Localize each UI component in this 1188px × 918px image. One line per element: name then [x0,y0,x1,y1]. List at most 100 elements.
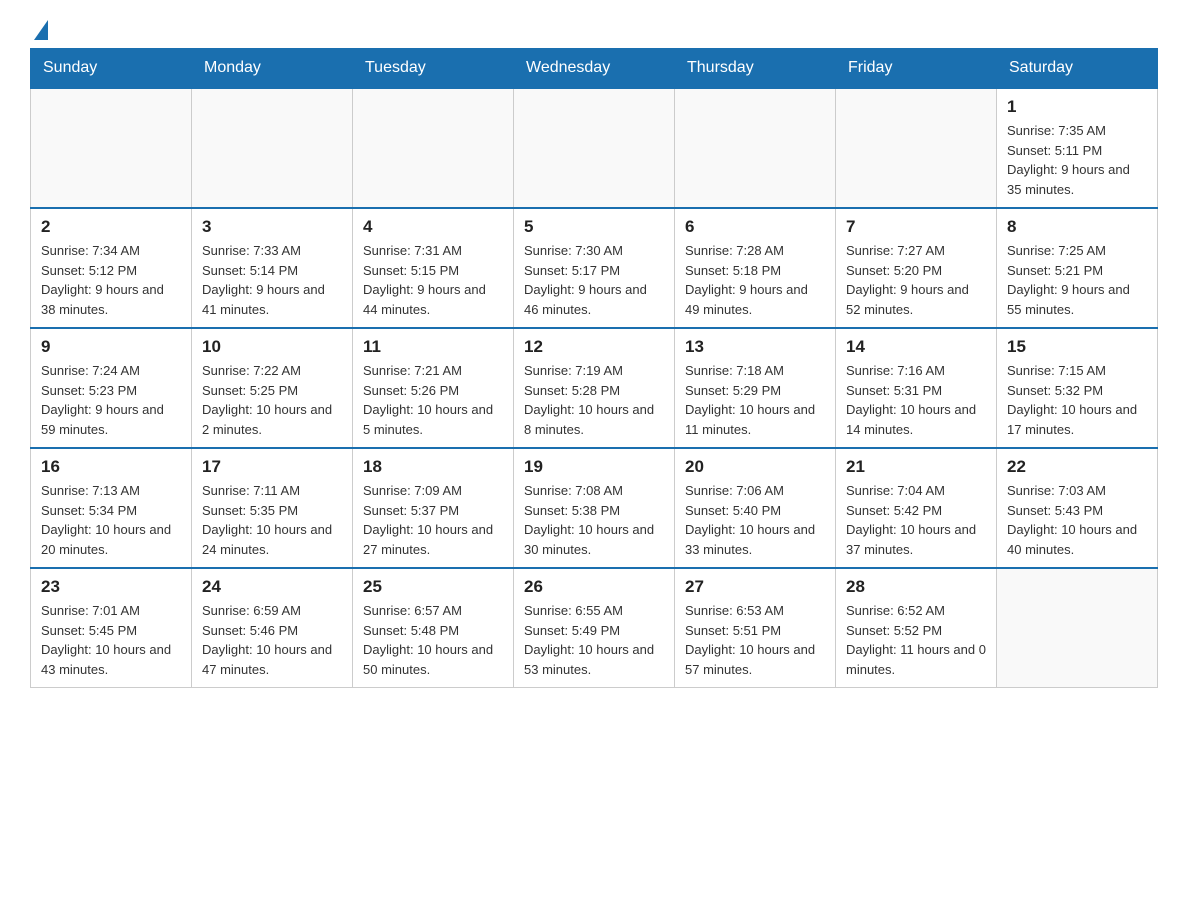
day-number: 11 [363,337,503,357]
day-info-text: Sunset: 5:14 PM [202,261,342,281]
day-info-text: Daylight: 9 hours and 55 minutes. [1007,280,1147,319]
calendar-cell: 9Sunrise: 7:24 AMSunset: 5:23 PMDaylight… [31,328,192,448]
day-number: 12 [524,337,664,357]
day-info-text: Daylight: 9 hours and 52 minutes. [846,280,986,319]
calendar-cell: 7Sunrise: 7:27 AMSunset: 5:20 PMDaylight… [836,208,997,328]
calendar-body: 1Sunrise: 7:35 AMSunset: 5:11 PMDaylight… [31,88,1158,688]
day-info-text: Sunset: 5:43 PM [1007,501,1147,521]
calendar-cell [675,88,836,208]
day-number: 5 [524,217,664,237]
calendar-cell: 17Sunrise: 7:11 AMSunset: 5:35 PMDayligh… [192,448,353,568]
day-info-text: Sunrise: 6:57 AM [363,601,503,621]
weekday-header-row: SundayMondayTuesdayWednesdayThursdayFrid… [31,49,1158,89]
logo-triangle-icon [34,20,48,40]
day-info-text: Sunset: 5:18 PM [685,261,825,281]
weekday-header-saturday: Saturday [997,49,1158,89]
day-number: 6 [685,217,825,237]
day-info-text: Daylight: 9 hours and 35 minutes. [1007,160,1147,199]
day-info-text: Daylight: 10 hours and 43 minutes. [41,640,181,679]
day-number: 13 [685,337,825,357]
calendar-cell [192,88,353,208]
day-info-text: Sunrise: 7:19 AM [524,361,664,381]
calendar-cell [514,88,675,208]
day-info-text: Sunset: 5:25 PM [202,381,342,401]
day-info-text: Daylight: 10 hours and 20 minutes. [41,520,181,559]
calendar-cell: 28Sunrise: 6:52 AMSunset: 5:52 PMDayligh… [836,568,997,688]
day-number: 17 [202,457,342,477]
day-info-text: Daylight: 10 hours and 47 minutes. [202,640,342,679]
day-number: 9 [41,337,181,357]
day-info-text: Sunrise: 7:27 AM [846,241,986,261]
day-info-text: Daylight: 9 hours and 41 minutes. [202,280,342,319]
day-info-text: Sunset: 5:20 PM [846,261,986,281]
day-info-text: Daylight: 11 hours and 0 minutes. [846,640,986,679]
calendar-week-row: 16Sunrise: 7:13 AMSunset: 5:34 PMDayligh… [31,448,1158,568]
day-info-text: Daylight: 10 hours and 37 minutes. [846,520,986,559]
calendar-cell: 12Sunrise: 7:19 AMSunset: 5:28 PMDayligh… [514,328,675,448]
day-info-text: Sunrise: 7:16 AM [846,361,986,381]
day-info-text: Sunrise: 7:24 AM [41,361,181,381]
day-info-text: Sunrise: 6:55 AM [524,601,664,621]
day-info-text: Sunrise: 7:25 AM [1007,241,1147,261]
weekday-header-friday: Friday [836,49,997,89]
calendar-cell: 13Sunrise: 7:18 AMSunset: 5:29 PMDayligh… [675,328,836,448]
logo [30,20,48,38]
day-info-text: Sunrise: 7:15 AM [1007,361,1147,381]
day-info-text: Sunrise: 6:59 AM [202,601,342,621]
day-info-text: Sunset: 5:38 PM [524,501,664,521]
day-info-text: Daylight: 9 hours and 59 minutes. [41,400,181,439]
day-info-text: Sunset: 5:51 PM [685,621,825,641]
calendar-cell: 14Sunrise: 7:16 AMSunset: 5:31 PMDayligh… [836,328,997,448]
weekday-header-monday: Monday [192,49,353,89]
day-number: 18 [363,457,503,477]
day-info-text: Daylight: 9 hours and 49 minutes. [685,280,825,319]
calendar-header: SundayMondayTuesdayWednesdayThursdayFrid… [31,49,1158,89]
day-number: 3 [202,217,342,237]
day-info-text: Sunset: 5:21 PM [1007,261,1147,281]
day-number: 22 [1007,457,1147,477]
weekday-header-sunday: Sunday [31,49,192,89]
day-number: 15 [1007,337,1147,357]
day-info-text: Sunrise: 7:01 AM [41,601,181,621]
day-info-text: Sunrise: 7:03 AM [1007,481,1147,501]
day-info-text: Sunset: 5:34 PM [41,501,181,521]
calendar-week-row: 23Sunrise: 7:01 AMSunset: 5:45 PMDayligh… [31,568,1158,688]
day-info-text: Sunrise: 7:33 AM [202,241,342,261]
day-number: 2 [41,217,181,237]
calendar-cell [997,568,1158,688]
day-info-text: Sunset: 5:31 PM [846,381,986,401]
calendar-cell [31,88,192,208]
day-info-text: Sunset: 5:12 PM [41,261,181,281]
day-number: 8 [1007,217,1147,237]
day-info-text: Sunset: 5:15 PM [363,261,503,281]
day-info-text: Daylight: 10 hours and 17 minutes. [1007,400,1147,439]
day-info-text: Daylight: 10 hours and 40 minutes. [1007,520,1147,559]
calendar-cell: 5Sunrise: 7:30 AMSunset: 5:17 PMDaylight… [514,208,675,328]
day-info-text: Daylight: 10 hours and 50 minutes. [363,640,503,679]
day-info-text: Sunrise: 7:18 AM [685,361,825,381]
day-info-text: Sunrise: 7:08 AM [524,481,664,501]
day-info-text: Sunrise: 7:22 AM [202,361,342,381]
calendar-cell: 4Sunrise: 7:31 AMSunset: 5:15 PMDaylight… [353,208,514,328]
day-info-text: Sunset: 5:35 PM [202,501,342,521]
calendar-cell: 6Sunrise: 7:28 AMSunset: 5:18 PMDaylight… [675,208,836,328]
day-info-text: Sunset: 5:40 PM [685,501,825,521]
day-info-text: Sunset: 5:49 PM [524,621,664,641]
day-info-text: Sunset: 5:28 PM [524,381,664,401]
day-number: 23 [41,577,181,597]
calendar-cell: 11Sunrise: 7:21 AMSunset: 5:26 PMDayligh… [353,328,514,448]
day-info-text: Daylight: 9 hours and 38 minutes. [41,280,181,319]
day-info-text: Sunset: 5:42 PM [846,501,986,521]
day-info-text: Daylight: 9 hours and 46 minutes. [524,280,664,319]
day-number: 28 [846,577,986,597]
day-info-text: Sunrise: 7:04 AM [846,481,986,501]
day-info-text: Sunrise: 7:09 AM [363,481,503,501]
calendar-cell: 18Sunrise: 7:09 AMSunset: 5:37 PMDayligh… [353,448,514,568]
calendar-cell [353,88,514,208]
day-info-text: Daylight: 10 hours and 11 minutes. [685,400,825,439]
day-info-text: Sunrise: 6:53 AM [685,601,825,621]
weekday-header-wednesday: Wednesday [514,49,675,89]
calendar-cell: 16Sunrise: 7:13 AMSunset: 5:34 PMDayligh… [31,448,192,568]
calendar-cell: 10Sunrise: 7:22 AMSunset: 5:25 PMDayligh… [192,328,353,448]
page-header [30,20,1158,38]
